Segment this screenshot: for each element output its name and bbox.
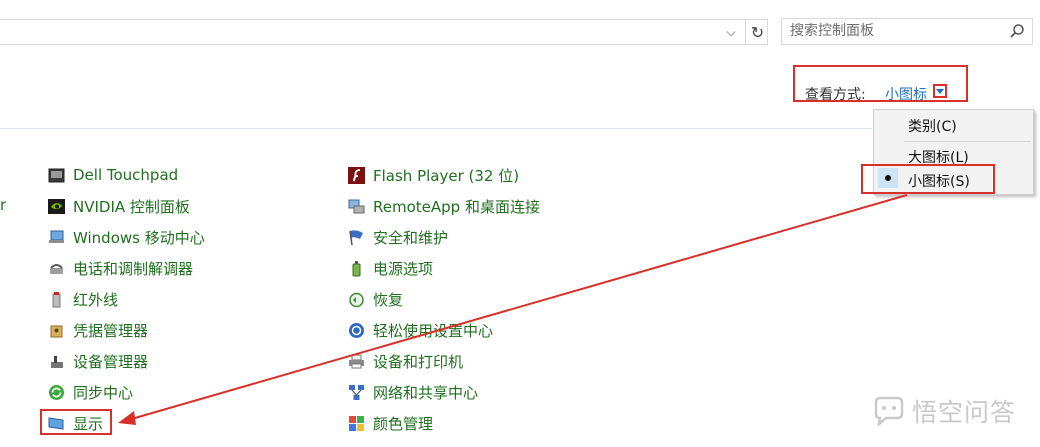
flash-player-icon: [348, 166, 365, 184]
cp-item-recovery[interactable]: 恢复: [348, 288, 403, 310]
cp-item-label: 红外线: [73, 290, 119, 309]
cp-item-label: 网络和共享中心: [373, 383, 479, 402]
recovery-icon: [349, 292, 364, 307]
cp-item-label: 凭据管理器: [73, 321, 149, 340]
cp-item-label: Dell Touchpad: [73, 166, 179, 184]
color-management-icon: [349, 415, 364, 431]
display-highlight-box: [40, 409, 112, 435]
cp-item-label: 电话和调制解调器: [73, 259, 194, 278]
cp-item-label: 安全和维护: [373, 228, 449, 247]
cp-item-label: 颜色管理: [373, 414, 434, 433]
wukong-logo-icon: [874, 396, 904, 426]
cp-item-label: 设备和打印机: [373, 352, 464, 371]
device-manager-icon: [51, 355, 63, 368]
cp-item-windows-mobility[interactable]: Windows 移动中心: [48, 226, 205, 248]
cp-item-device-manager[interactable]: 设备管理器: [48, 350, 148, 372]
cp-item-color-management[interactable]: 颜色管理: [348, 412, 433, 434]
sync-center-icon: [49, 384, 64, 400]
address-bar[interactable]: [0, 19, 768, 45]
cp-item-remoteapp[interactable]: RemoteApp 和桌面连接: [348, 195, 540, 217]
clipped-item-label[interactable]: r: [0, 196, 6, 214]
view-mode-value[interactable]: 小图标: [885, 84, 927, 104]
cp-item-security-maintenance[interactable]: 安全和维护: [348, 226, 448, 248]
search-input[interactable]: [790, 22, 1000, 40]
chevron-down-icon: [936, 88, 944, 94]
touchpad-icon: [48, 168, 65, 182]
cp-item-ease-of-access[interactable]: 轻松使用设置中心: [348, 319, 493, 341]
cp-item-label: RemoteApp 和桌面连接: [373, 197, 540, 216]
cp-item-label: Flash Player (32 位): [373, 166, 520, 185]
cp-item-credential-manager[interactable]: 凭据管理器: [48, 319, 148, 341]
header-divider: [0, 128, 872, 129]
search-box[interactable]: [781, 18, 1033, 45]
cp-item-label: 轻松使用设置中心: [373, 321, 494, 340]
watermark-text: 悟空问答: [912, 398, 1017, 427]
infrared-icon: [52, 291, 61, 307]
credential-manager-icon: [50, 325, 63, 337]
security-flag-icon: [349, 229, 363, 245]
view-mode-label: 查看方式:: [805, 87, 866, 103]
nvidia-icon: [48, 198, 65, 214]
cp-item-infrared[interactable]: 红外线: [48, 288, 118, 310]
menu-item-category[interactable]: 类别(C): [908, 116, 957, 136]
network-icon: [349, 384, 364, 400]
cp-item-label: Windows 移动中心: [73, 228, 205, 247]
phone-modem-icon: [50, 263, 63, 274]
cp-item-network-sharing[interactable]: 网络和共享中心: [348, 381, 478, 403]
cp-item-phone-modem[interactable]: 电话和调制解调器: [48, 257, 193, 279]
address-dropdown-icon[interactable]: ⌵: [720, 19, 742, 45]
cp-item-power-options[interactable]: 电源选项: [348, 257, 433, 279]
cp-item-label: 电源选项: [373, 259, 434, 278]
printer-icon: [349, 354, 364, 368]
cp-item-nvidia[interactable]: NVIDIA 控制面板: [48, 195, 190, 217]
cp-item-label: 同步中心: [73, 383, 134, 402]
view-mode-control: 查看方式: 小图标: [793, 65, 968, 104]
menu-separator: [904, 141, 1031, 142]
power-options-icon: [352, 260, 361, 276]
cp-item-label: NVIDIA 控制面板: [73, 197, 190, 216]
cp-item-sync-center[interactable]: 同步中心: [48, 381, 133, 403]
cp-item-label: 恢复: [373, 290, 404, 309]
small-icons-highlight-box: [861, 164, 995, 194]
cp-item-flash-player[interactable]: Flash Player (32 位): [348, 164, 519, 186]
ease-of-access-icon: [349, 322, 364, 338]
cp-item-devices-printers[interactable]: 设备和打印机: [348, 350, 463, 372]
watermark: 悟空问答: [872, 391, 1032, 431]
cp-item-dell-touchpad[interactable]: Dell Touchpad: [48, 164, 178, 186]
search-icon[interactable]: [1008, 22, 1026, 40]
view-mode-dropdown-button[interactable]: [933, 84, 947, 98]
remoteapp-icon: [348, 199, 365, 213]
refresh-icon[interactable]: ↻: [745, 19, 769, 45]
mobility-center-icon: [49, 230, 64, 243]
cp-item-label: 设备管理器: [73, 352, 149, 371]
